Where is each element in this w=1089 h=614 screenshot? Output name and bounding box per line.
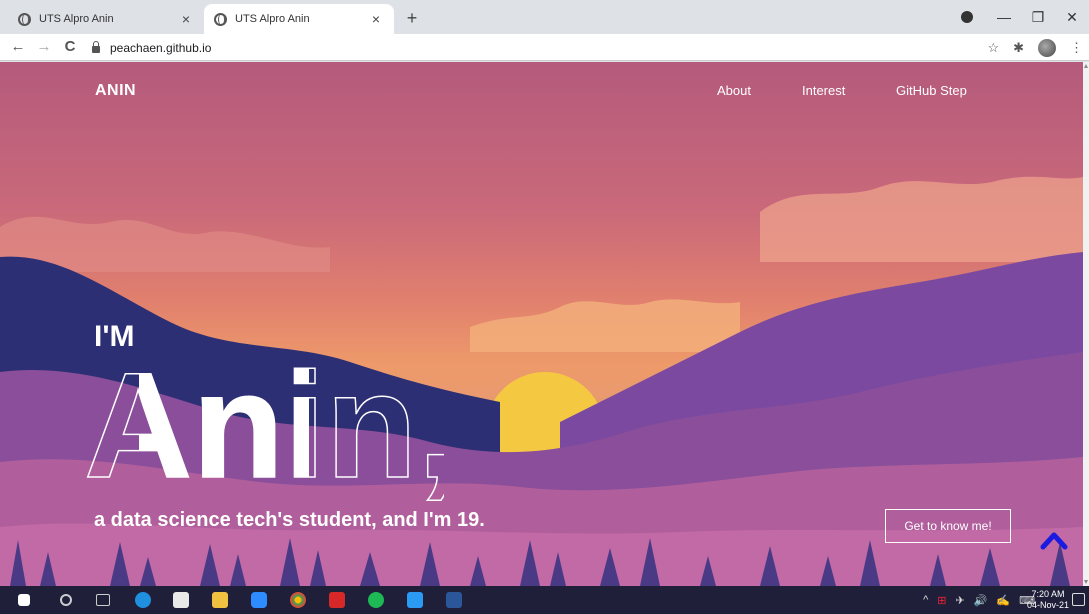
nav-link-about[interactable]: About [717,83,751,98]
volume-icon[interactable]: 🔊 [974,594,988,607]
close-tab-icon[interactable]: × [368,11,384,27]
close-tab-icon[interactable]: × [178,11,194,27]
reload-button[interactable]: C [60,37,80,57]
nav-link-interest[interactable]: Interest [802,83,845,98]
url-text[interactable]: peachaen.github.io [110,41,211,55]
cloud [760,176,1083,262]
extensions-icon[interactable]: ✱ [1013,40,1024,56]
system-tray: ^ ⊞ ✈ 🔊 ✍ ⌨ [923,586,1035,614]
back-button[interactable]: ← [8,37,28,57]
hero-background-illustration [0,176,1083,586]
bookmark-star-icon[interactable]: ☆ [987,40,999,56]
hero-subtitle: a data science tech's student, and I'm 1… [94,509,485,531]
forward-button[interactable]: → [34,37,54,57]
spotify-icon[interactable] [368,592,384,608]
zoom-icon[interactable] [251,592,267,608]
hero-name: Anin, Anin, [84,342,444,502]
chrome-icon[interactable] [290,592,306,608]
tab-title: UTS Alpro Anin [235,13,310,25]
antivirus-icon[interactable]: ⊞ [937,594,946,607]
site-logo[interactable]: ANIN [95,82,136,100]
windows-taskbar: ^ ⊞ ✈ 🔊 ✍ ⌨ 7:20 AM 04-Nov-21 [0,586,1089,614]
store-icon[interactable] [173,592,189,608]
acrobat-icon[interactable] [329,592,345,608]
browser-tab-1[interactable]: UTS Alpro Anin × [8,4,204,34]
globe-icon [18,12,31,26]
new-tab-button[interactable]: + [402,8,422,28]
globe-icon [214,12,227,26]
search-icon[interactable] [60,594,72,606]
tray-chevron-icon[interactable]: ^ [923,594,928,606]
page-scrollbar[interactable] [1083,62,1089,586]
get-to-know-me-button[interactable]: Get to know me! [885,509,1011,543]
page-viewport: ANIN About Interest GitHub Step I'M Anin… [0,62,1083,586]
window-controls: — ❐ ✕ [987,0,1089,34]
address-bar[interactable]: peachaen.github.io [92,37,962,58]
word-icon[interactable] [446,592,462,608]
windows-start-icon[interactable] [18,594,30,606]
vscode-icon[interactable] [407,592,423,608]
clock-time: 7:20 AM [1031,589,1065,599]
browser-tab-strip: UTS Alpro Anin × UTS Alpro Anin × + — ❐ … [0,0,1089,34]
close-window-button[interactable]: ✕ [1055,9,1089,26]
taskbar-clock[interactable]: 7:20 AM 04-Nov-21 [1027,589,1069,611]
back-to-top-chevron-icon[interactable] [1040,530,1068,550]
task-view-icon[interactable] [96,594,110,606]
lock-icon[interactable] [92,40,100,53]
file-explorer-icon[interactable] [212,592,228,608]
tab-title: UTS Alpro Anin [39,13,114,25]
network-icon[interactable]: ✈ [955,594,964,607]
clock-date: 04-Nov-21 [1026,600,1069,610]
menu-icon[interactable]: ⋮ [1070,40,1083,56]
browser-toolbar: ← → C peachaen.github.io ☆ ✱ ⋮ [0,34,1089,61]
browser-tab-2[interactable]: UTS Alpro Anin × [204,4,394,34]
profile-menu-icon[interactable] [961,11,973,23]
restore-button[interactable]: ❐ [1021,9,1055,26]
cloud [470,299,740,352]
pen-icon[interactable]: ✍ [996,594,1010,607]
avatar[interactable] [1038,38,1056,57]
edge-browser-icon[interactable] [135,592,151,608]
minimize-button[interactable]: — [987,9,1021,25]
toolbar-actions: ☆ ✱ ⋮ [987,37,1083,58]
nav-link-github-step[interactable]: GitHub Step [896,83,967,98]
notification-center-icon[interactable] [1072,593,1085,606]
